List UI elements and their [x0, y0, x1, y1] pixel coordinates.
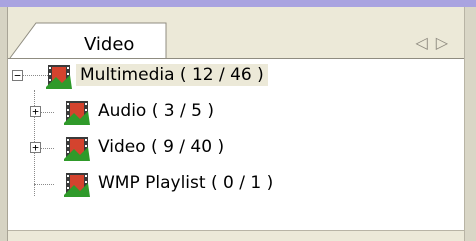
- collapse-multimedia-button[interactable]: −: [12, 70, 23, 81]
- next-tab-icon[interactable]: ▷: [436, 33, 456, 52]
- tree-item-wmp-playlist[interactable]: WMP Playlist ( 0 / 1 ): [94, 172, 277, 194]
- expand-video-button[interactable]: +: [30, 142, 41, 153]
- tab-strip: Video ◁▷: [8, 7, 464, 59]
- film-icon: [46, 63, 72, 89]
- left-edge: [0, 7, 8, 241]
- film-icon: [64, 171, 90, 197]
- film-icon: [64, 135, 90, 161]
- tab-video[interactable]: Video: [84, 34, 134, 55]
- tree-item-video[interactable]: Video ( 9 / 40 ): [94, 136, 228, 158]
- tree-item-multimedia[interactable]: Multimedia ( 12 / 46 ): [76, 64, 268, 86]
- right-edge: [464, 7, 476, 241]
- tab-nav: ◁▷: [415, 33, 456, 52]
- previous-tab-icon[interactable]: ◁: [415, 33, 435, 52]
- window-top-strip: [0, 0, 476, 7]
- expand-audio-button[interactable]: +: [30, 106, 41, 117]
- bottom-band: [8, 231, 464, 241]
- film-icon: [64, 99, 90, 125]
- tree-item-audio[interactable]: Audio ( 3 / 5 ): [94, 100, 218, 122]
- tree-line: [34, 184, 54, 185]
- media-tree: − Multimedia ( 12 / 46 ) + Audio ( 3 / 5…: [8, 59, 464, 231]
